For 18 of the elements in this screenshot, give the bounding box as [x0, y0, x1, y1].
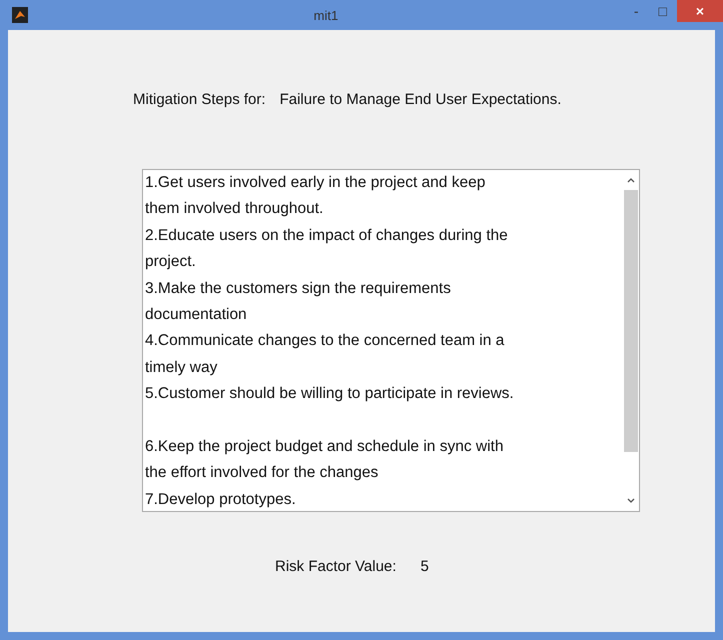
steps-listbox[interactable] [142, 169, 640, 512]
window-title: mit1 [312, 8, 340, 22]
step-text: 4.Communicate changes to the concerned team in a timely way [145, 331, 504, 378]
step-text: 5.Customer should be willing to participate in reviews. [145, 384, 514, 404]
maximize-button[interactable]: □ [648, 0, 677, 22]
step-text: 7.Develop prototypes. [145, 490, 296, 510]
step-text: 3.Make the customers sign the requirements documentation [145, 278, 451, 326]
risk-value: 5 [420, 558, 429, 575]
step-text: 2.Educate users on the impact of changes during the project. [145, 226, 508, 272]
scrollbar-thumb[interactable] [624, 190, 638, 452]
step-text: 1.Get users involved early in the project and keep them involved throughout. [145, 173, 486, 220]
minimize-button[interactable]: - [624, 0, 649, 22]
close-button[interactable]: × [677, 0, 723, 22]
risk-name: Failure to Manage End User Expectations. [280, 91, 562, 108]
heading-label: Mitigation Steps for: [133, 91, 266, 108]
app-icon [12, 7, 28, 23]
step-text: 6.Keep the project budget and schedule in sync with the effort involved for the changes [145, 437, 504, 484]
risk-label: Risk Factor Value: [275, 558, 396, 575]
